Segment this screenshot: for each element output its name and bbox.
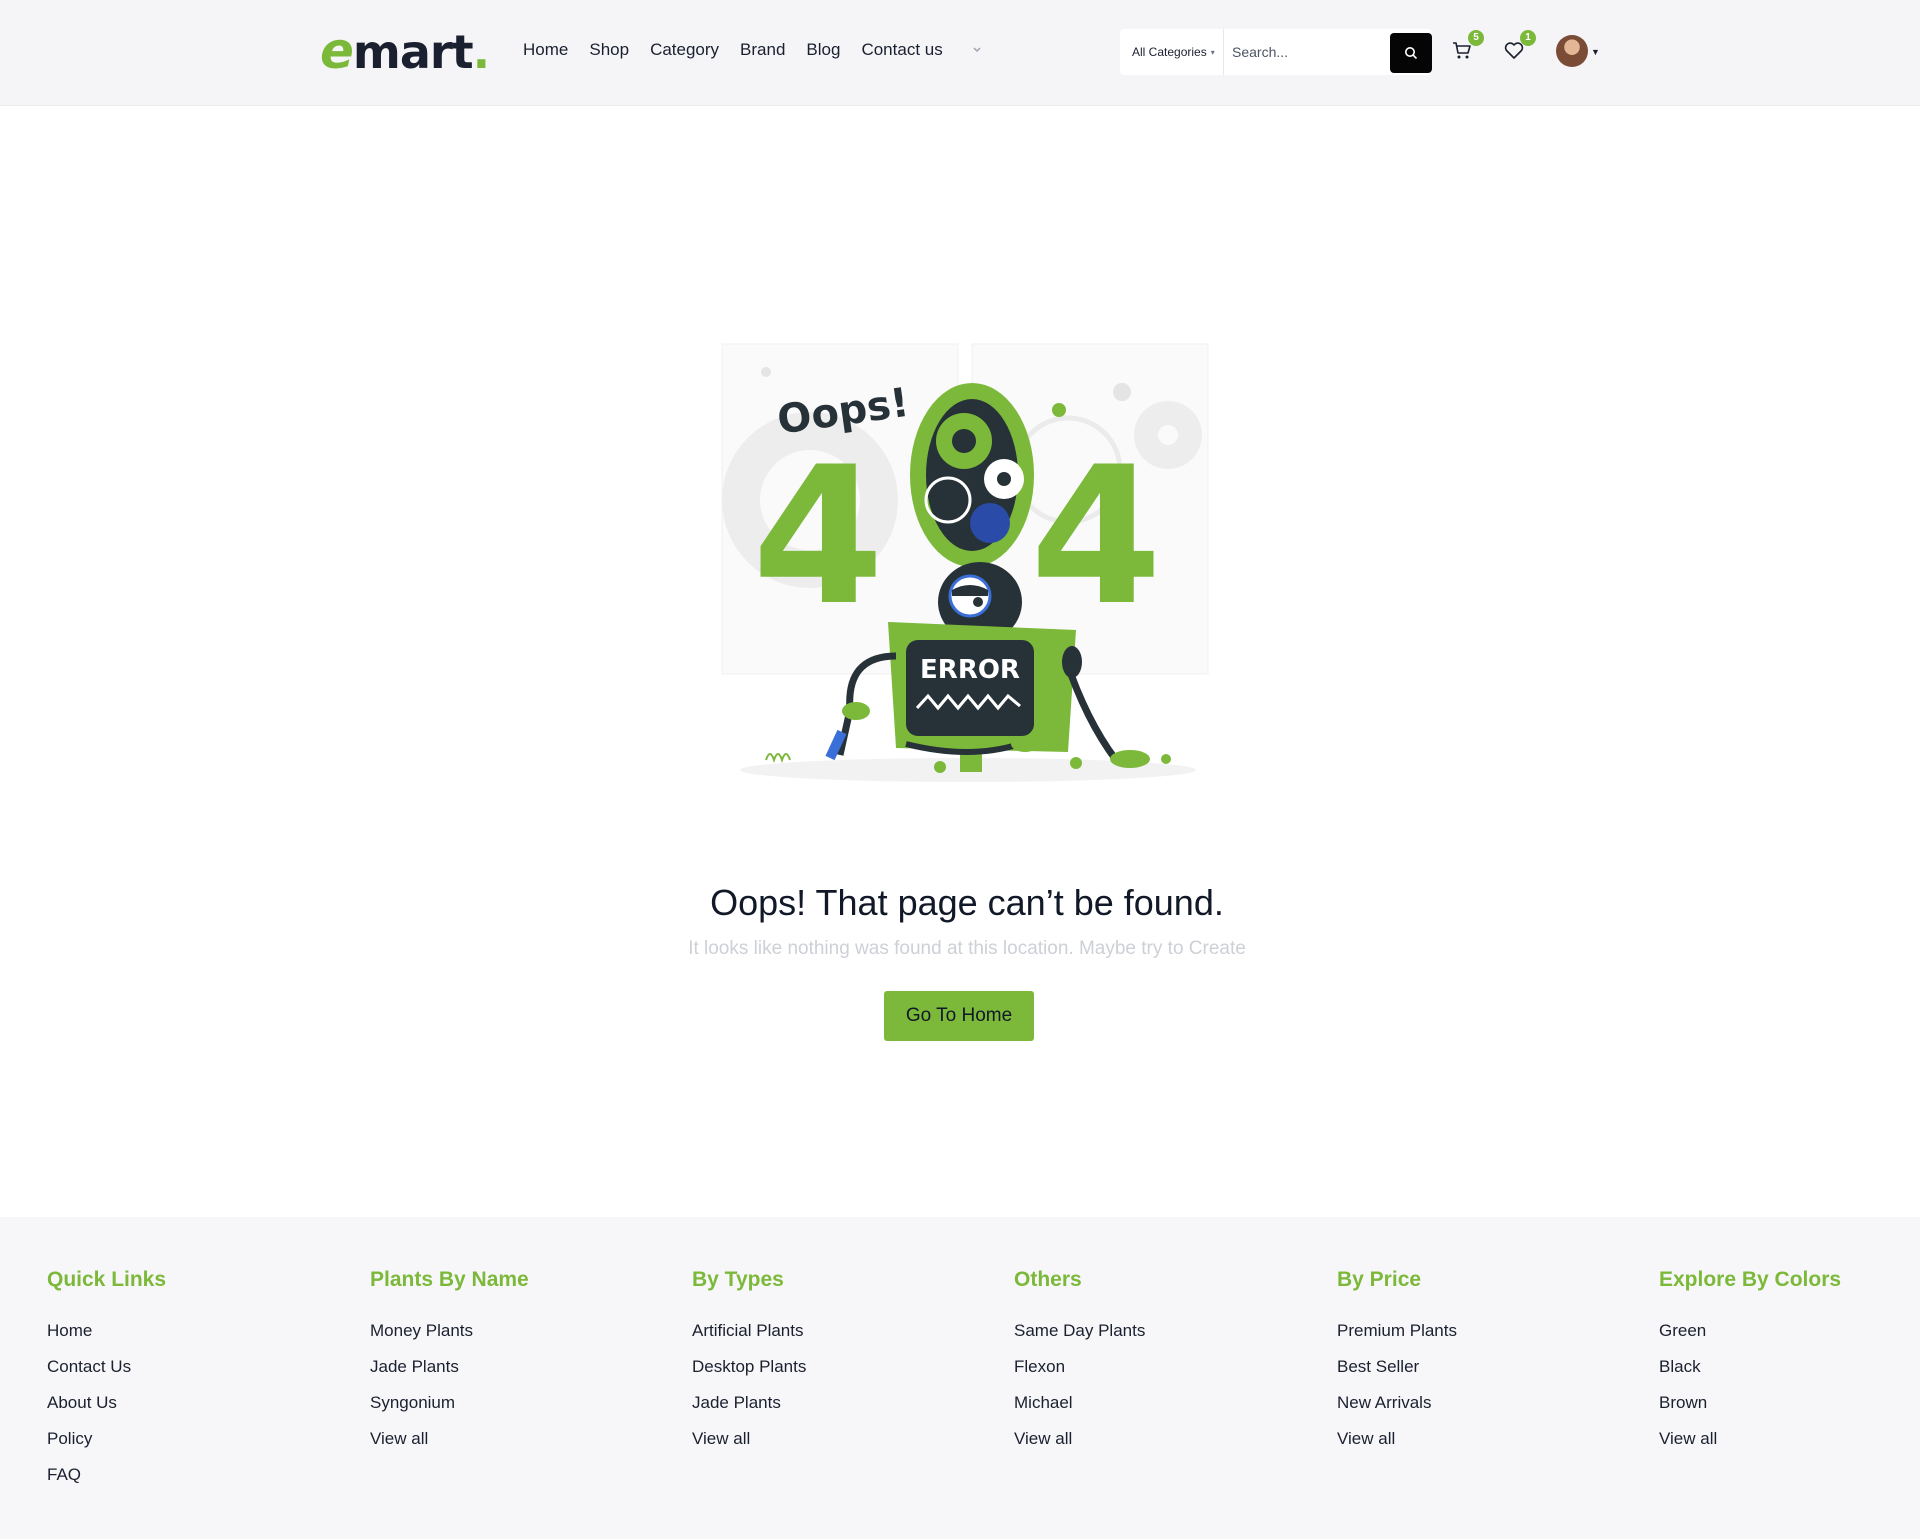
search-bar: All Categories ▾ <box>1120 29 1432 75</box>
footer-link[interactable]: View all <box>1337 1429 1637 1449</box>
footer-link[interactable]: Green <box>1659 1321 1909 1341</box>
site-header: emart. Home Shop Category Brand Blog Con… <box>0 0 1920 106</box>
illustration-digit-right: 4 <box>1030 426 1162 647</box>
error-404-illustration: Oops! 4 4 ERROR <box>721 343 1209 782</box>
footer-link[interactable]: Jade Plants <box>692 1393 992 1413</box>
main-nav: Home Shop Category Brand Blog Contact us <box>523 38 964 62</box>
search-button[interactable] <box>1390 33 1432 73</box>
footer-link[interactable]: Flexon <box>1014 1357 1314 1377</box>
illustration-digit-left: 4 <box>752 426 884 647</box>
footer-link[interactable]: Policy <box>47 1429 347 1449</box>
footer-link[interactable]: Artificial Plants <box>692 1321 992 1341</box>
footer-heading: By Types <box>692 1268 784 1291</box>
nav-item-home[interactable]: Home <box>523 38 568 62</box>
site-footer: Quick Links Home Contact Us About Us Pol… <box>0 1217 1920 1539</box>
footer-link[interactable]: Syngonium <box>370 1393 670 1413</box>
footer-link[interactable]: Michael <box>1014 1393 1314 1413</box>
nav-item-blog[interactable]: Blog <box>806 38 840 62</box>
footer-link[interactable]: Premium Plants <box>1337 1321 1637 1341</box>
search-input[interactable] <box>1224 32 1384 72</box>
footer-link[interactable]: FAQ <box>47 1465 347 1485</box>
footer-heading: Others <box>1014 1268 1082 1291</box>
wishlist-button[interactable]: 1 <box>1502 30 1536 62</box>
chevron-down-icon[interactable]: ▼ <box>1591 47 1600 57</box>
footer-link[interactable]: Black <box>1659 1357 1909 1377</box>
wishlist-count-badge: 1 <box>1520 30 1536 46</box>
footer-column-quick-links: Quick Links Home Contact Us About Us Pol… <box>47 1267 347 1501</box>
footer-heading: By Price <box>1337 1268 1422 1291</box>
footer-link[interactable]: Jade Plants <box>370 1357 670 1377</box>
footer-column-others: Others Same Day Plants Flexon Michael Vi… <box>1014 1267 1314 1465</box>
illustration-error-text: ERROR <box>920 655 1020 685</box>
footer-column-by-price: By Price Premium Plants Best Seller New … <box>1337 1267 1637 1465</box>
page-title: Oops! That page can’t be found. <box>710 882 1224 923</box>
footer-link[interactable]: View all <box>1659 1429 1909 1449</box>
go-to-home-button[interactable]: Go To Home <box>884 991 1034 1041</box>
footer-heading: Explore By Colors <box>1659 1268 1842 1291</box>
category-select[interactable]: All Categories ▾ <box>1120 29 1224 75</box>
footer-link[interactable]: Same Day Plants <box>1014 1321 1314 1341</box>
chevron-down-icon[interactable] <box>972 45 982 55</box>
footer-link[interactable]: View all <box>1014 1429 1314 1449</box>
brand-logo[interactable]: emart. <box>320 22 490 80</box>
footer-link[interactable]: About Us <box>47 1393 347 1413</box>
footer-link[interactable]: View all <box>692 1429 992 1449</box>
user-avatar[interactable] <box>1556 35 1588 67</box>
logo-wordmark: emart. <box>320 22 490 80</box>
footer-link[interactable]: View all <box>370 1429 670 1449</box>
footer-link[interactable]: Money Plants <box>370 1321 670 1341</box>
nav-item-category[interactable]: Category <box>650 38 719 62</box>
caret-down-icon: ▾ <box>1210 47 1215 57</box>
footer-link[interactable]: Best Seller <box>1337 1357 1637 1377</box>
footer-link[interactable]: Home <box>47 1321 347 1341</box>
footer-link[interactable]: Desktop Plants <box>692 1357 992 1377</box>
nav-item-brand[interactable]: Brand <box>740 38 785 62</box>
footer-column-explore-by-colors: Explore By Colors Green Black Brown View… <box>1659 1267 1909 1465</box>
footer-link[interactable]: Contact Us <box>47 1357 347 1377</box>
footer-column-by-types: By Types Artificial Plants Desktop Plant… <box>692 1267 992 1465</box>
nav-item-contact[interactable]: Contact us <box>861 38 942 62</box>
category-select-label: All Categories <box>1132 45 1207 59</box>
footer-heading: Plants By Name <box>370 1268 529 1291</box>
footer-link[interactable]: New Arrivals <box>1337 1393 1637 1413</box>
footer-link[interactable]: Brown <box>1659 1393 1909 1413</box>
nav-item-shop[interactable]: Shop <box>589 38 629 62</box>
footer-heading: Quick Links <box>47 1268 167 1291</box>
search-icon <box>1405 47 1418 60</box>
page-subtitle: It looks like nothing was found at this … <box>688 938 1246 959</box>
footer-column-plants-by-name: Plants By Name Money Plants Jade Plants … <box>370 1267 670 1465</box>
cart-count-badge: 5 <box>1468 30 1484 46</box>
cart-button[interactable]: 5 <box>1450 30 1484 62</box>
